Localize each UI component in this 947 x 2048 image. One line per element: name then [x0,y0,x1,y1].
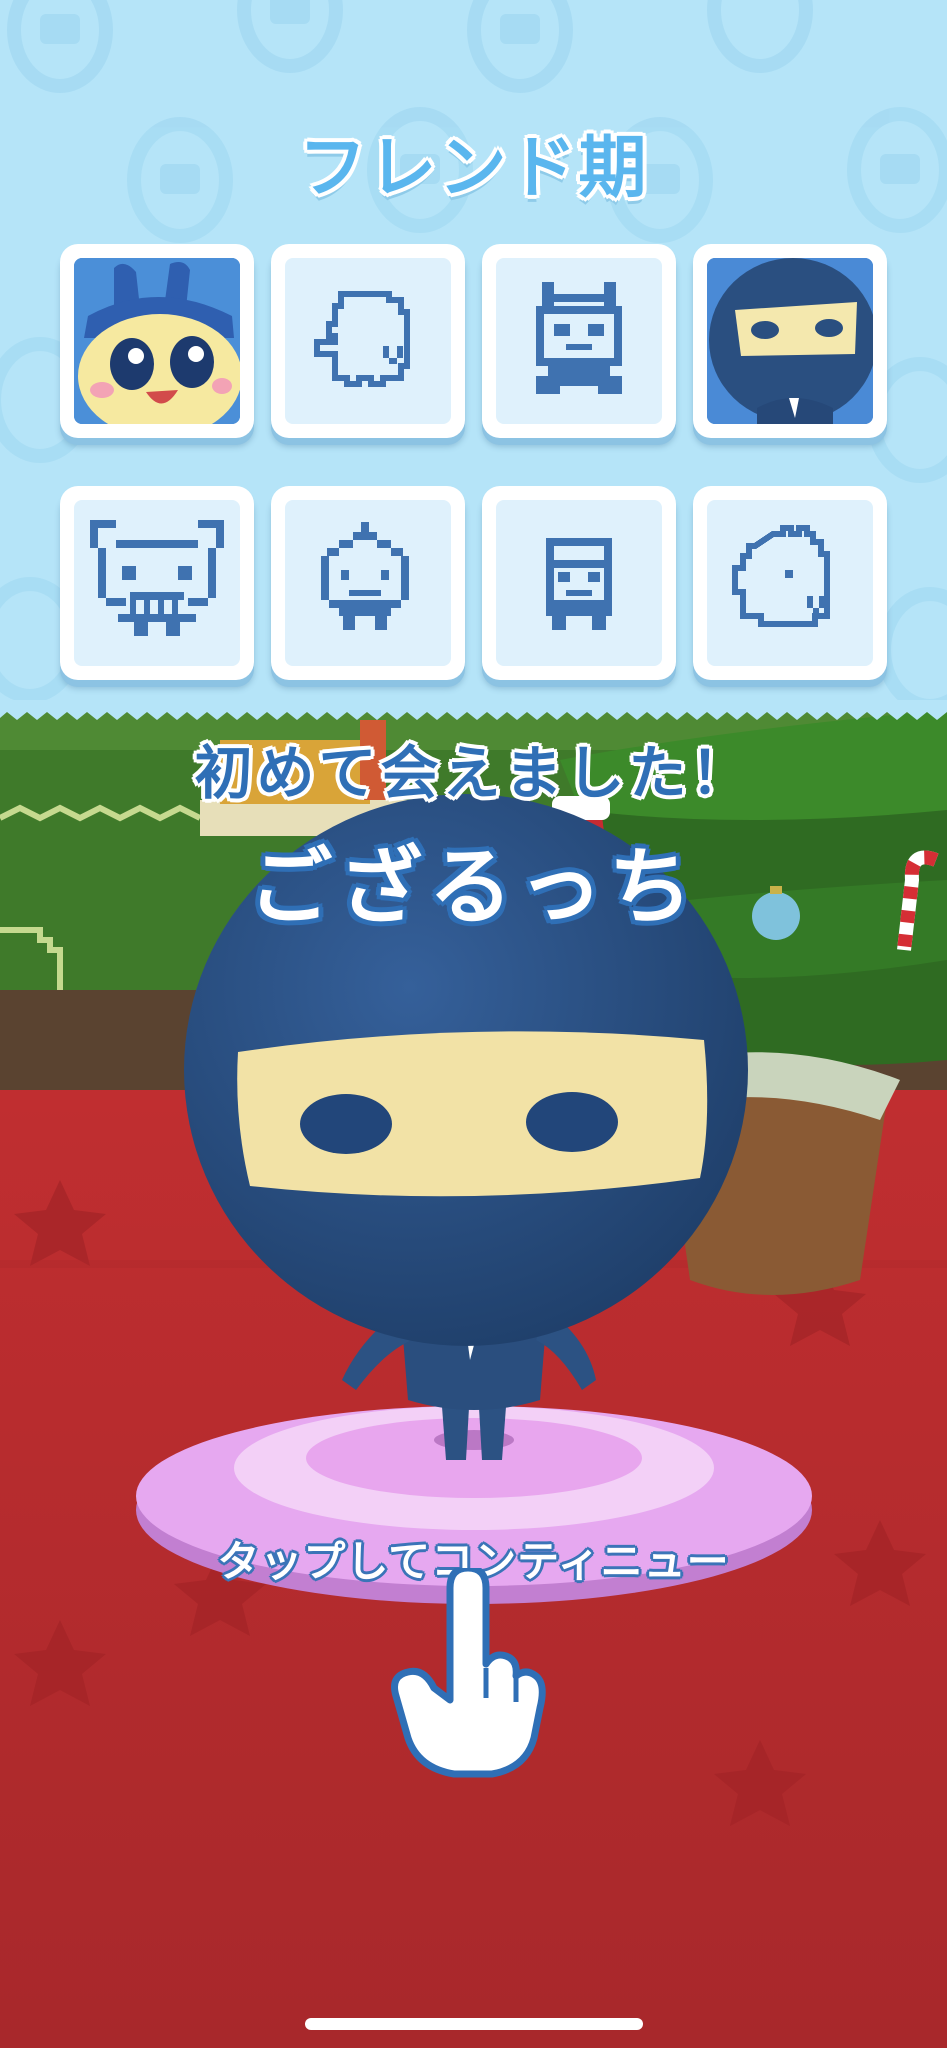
pixel-cat-icon [496,258,662,424]
pixel-robot-icon [496,500,662,666]
character-card-unknown-3[interactable] [60,486,254,680]
character-card-unknown-5[interactable] [482,486,676,680]
character-card-unknown-1[interactable] [271,244,465,438]
pixel-onion-icon [285,500,451,666]
home-indicator[interactable] [305,2018,643,2030]
pixel-bear-icon [74,500,240,666]
mametchi-portrait-icon [74,258,240,424]
ninja-portrait-icon [707,258,873,424]
character-card-unknown-4[interactable] [271,486,465,680]
character-card-mametchi[interactable] [60,244,254,438]
character-card-gozarutchi[interactable] [693,244,887,438]
first-meeting-message: 初めて会えました！ [194,739,753,807]
pixel-dino-icon [707,500,873,666]
character-card-unknown-6[interactable] [693,486,887,680]
character-grid [60,244,890,684]
character-name: ござるっち [248,838,699,936]
stage-title: フレンド期 [298,129,649,208]
pointing-hand-icon [391,1568,546,1778]
zigzag-border [0,700,947,720]
friend-stage-panel: フレンド期 [0,0,947,720]
pixel-ghost-icon [285,258,451,424]
character-card-unknown-2[interactable] [482,244,676,438]
